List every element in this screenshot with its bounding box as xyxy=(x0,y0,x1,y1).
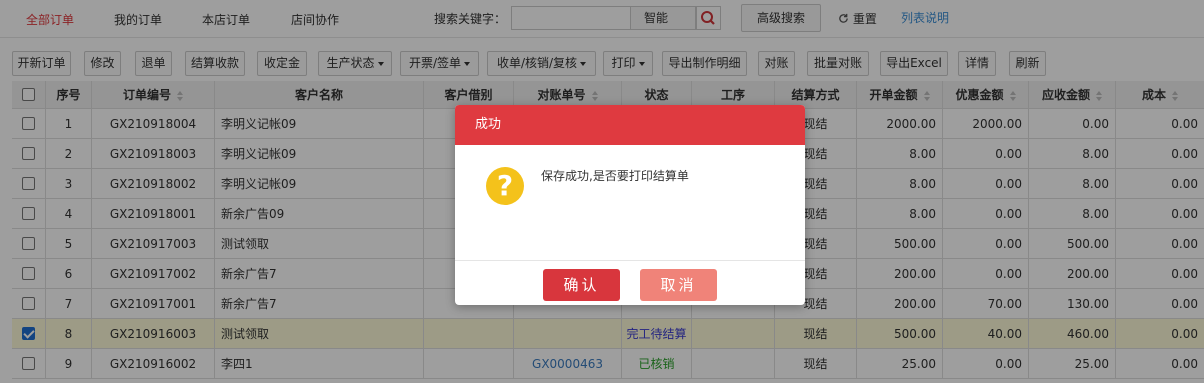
dialog-title: 成功 xyxy=(455,105,805,145)
confirm-button[interactable]: 确认 xyxy=(543,269,620,301)
success-dialog: 成功 ? 保存成功,是否要打印结算单 确认 取消 xyxy=(455,105,805,305)
dialog-message: 保存成功,是否要打印结算单 xyxy=(541,169,689,183)
question-icon: ? xyxy=(486,167,524,205)
dialog-footer: 确认 取消 xyxy=(455,260,805,305)
cancel-button[interactable]: 取消 xyxy=(640,269,717,301)
